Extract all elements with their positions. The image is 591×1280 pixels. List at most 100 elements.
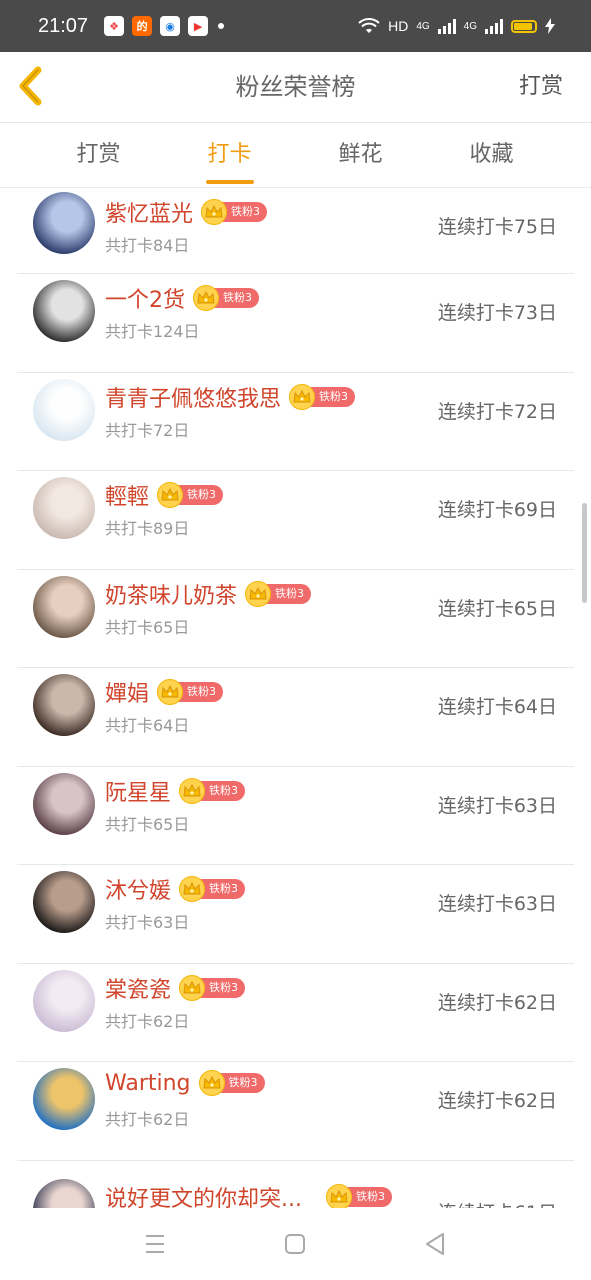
- fan-name[interactable]: 沐兮媛: [105, 873, 171, 905]
- crown-icon: [179, 876, 206, 902]
- fan-level-badge: 铁粉3: [179, 777, 246, 804]
- streak-checkins: 连续打卡63日: [437, 893, 557, 915]
- fan-row[interactable]: 紫忆蓝光 铁粉3 共打卡84日 连续打卡75日: [17, 188, 574, 274]
- avatar[interactable]: [33, 1068, 95, 1130]
- avatar[interactable]: [33, 477, 95, 539]
- fan-name[interactable]: 一个2货: [105, 282, 185, 314]
- fan-row[interactable]: 阮星星 铁粉3 共打卡65日 连续打卡63日: [17, 767, 574, 865]
- avatar[interactable]: [33, 772, 95, 835]
- name-line: 奶茶味儿奶茶 铁粉3: [105, 578, 312, 610]
- fan-row[interactable]: Warting 铁粉3 共打卡62日 连续打卡62日: [17, 1062, 574, 1161]
- fan-row[interactable]: 说好更文的你却突... 铁粉3 连续打卡61日: [17, 1161, 574, 1209]
- system-status-icons: HD 4G 4G: [358, 0, 555, 52]
- charging-icon: [545, 18, 555, 34]
- avatar[interactable]: [33, 280, 95, 342]
- menu-button[interactable]: [137, 1226, 173, 1262]
- name-line: 嬋娟 铁粉3: [105, 676, 224, 708]
- fan-name[interactable]: Warting: [105, 1071, 191, 1096]
- fan-row[interactable]: 青青子佩悠悠我思 铁粉3 共打卡72日 连续打卡72日: [17, 373, 574, 471]
- network-type: 4G: [463, 20, 477, 32]
- fan-row[interactable]: 輕輕 铁粉3 共打卡89日 连续打卡69日: [17, 471, 574, 570]
- name-line: 一个2货 铁粉3: [105, 282, 259, 314]
- avatar[interactable]: [33, 575, 95, 638]
- avatar[interactable]: [33, 1178, 95, 1208]
- streak-checkins: 连续打卡62日: [437, 991, 557, 1014]
- menu-icon: [146, 1235, 164, 1253]
- fan-name[interactable]: 说好更文的你却突...: [105, 1181, 302, 1209]
- name-line: 紫忆蓝光 铁粉3: [105, 196, 268, 228]
- signal-icon: [437, 18, 456, 34]
- crown-icon: [201, 199, 228, 225]
- total-checkins: 共打卡65日: [105, 617, 190, 637]
- tab-bar: 打赏 打卡 鲜花 收藏: [0, 123, 591, 188]
- fan-level-badge: 铁粉3: [157, 679, 224, 705]
- avatar[interactable]: [33, 969, 95, 1032]
- fan-name[interactable]: 嬋娟: [105, 676, 149, 708]
- streak-checkins: 连续打卡63日: [437, 794, 557, 817]
- avatar[interactable]: [33, 192, 95, 254]
- fan-level-badge: 铁粉3: [198, 1070, 265, 1096]
- fan-name[interactable]: 輕輕: [105, 479, 149, 511]
- fan-row[interactable]: 奶茶味儿奶茶 铁粉3 共打卡65日 连续打卡65日: [17, 570, 574, 668]
- signal-icon: [485, 18, 503, 34]
- crown-icon: [157, 679, 184, 705]
- fan-level-badge: 铁粉3: [325, 1183, 392, 1208]
- name-line: Warting 铁粉3: [105, 1070, 265, 1096]
- fan-row[interactable]: 棠瓷瓷 铁粉3 共打卡62日 连续打卡62日: [17, 964, 574, 1062]
- name-line: 阮星星 铁粉3: [105, 775, 246, 807]
- tab-favorites[interactable]: 收藏: [426, 123, 557, 187]
- avatar[interactable]: [33, 378, 95, 441]
- scrollbar[interactable]: [582, 503, 587, 603]
- crown-icon: [179, 777, 206, 804]
- app-notification-icon: ❖: [104, 16, 125, 36]
- name-line: 棠瓷瓷 铁粉3: [105, 972, 246, 1004]
- wifi-icon: [358, 18, 380, 33]
- tab-flowers[interactable]: 鲜花: [295, 123, 426, 187]
- streak-checkins: 连续打卡65日: [437, 597, 557, 620]
- total-checkins: 共打卡89日: [105, 519, 190, 538]
- notification-icons: ❖ 的 ◉ ▶: [104, 16, 225, 36]
- total-checkins: 共打卡64日: [105, 716, 190, 735]
- fan-level-badge: 铁粉3: [245, 580, 312, 607]
- battery-icon: [511, 19, 537, 33]
- streak-checkins: 连续打卡64日: [437, 696, 557, 718]
- fan-level-badge: 铁粉3: [201, 199, 268, 225]
- hd-label: HD: [388, 18, 409, 34]
- crown-icon: [325, 1183, 352, 1208]
- total-checkins: 共打卡63日: [105, 913, 190, 932]
- fan-row[interactable]: 一个2货 铁粉3 共打卡124日 连续打卡73日: [17, 274, 574, 373]
- fan-level-badge: 铁粉3: [193, 285, 259, 311]
- tab-tip[interactable]: 打赏: [33, 123, 164, 187]
- crown-icon: [198, 1070, 225, 1096]
- back-triangle-icon: [426, 1233, 444, 1255]
- fan-ranking-list[interactable]: 紫忆蓝光 铁粉3 共打卡84日 连续打卡75日 一个2货 铁粉3 共打卡124日…: [0, 188, 591, 1208]
- fan-level-badge: 铁粉3: [157, 482, 224, 508]
- fan-name[interactable]: 棠瓷瓷: [105, 972, 171, 1004]
- fan-level-badge: 铁粉3: [289, 383, 356, 410]
- total-checkins: 共打卡65日: [105, 814, 190, 834]
- page-title: 粉丝荣誉榜: [235, 73, 356, 101]
- streak-checkins: 连续打卡69日: [437, 499, 557, 521]
- total-checkins: 共打卡84日: [105, 236, 190, 255]
- avatar[interactable]: [33, 871, 95, 933]
- crown-icon: [157, 482, 184, 508]
- total-checkins: 共打卡62日: [105, 1110, 190, 1129]
- back-nav-button[interactable]: [417, 1226, 453, 1262]
- fan-level-badge: 铁粉3: [179, 974, 246, 1001]
- tip-button[interactable]: 打赏: [519, 52, 563, 122]
- fan-row[interactable]: 沐兮媛 铁粉3 共打卡63日 连续打卡63日: [17, 865, 574, 964]
- fan-name[interactable]: 青青子佩悠悠我思: [105, 381, 281, 413]
- fan-name[interactable]: 奶茶味儿奶茶: [105, 578, 237, 610]
- fan-name[interactable]: 阮星星: [105, 775, 171, 807]
- top-app-bar: 粉丝荣誉榜 打赏: [0, 52, 591, 123]
- avatar[interactable]: [33, 674, 95, 736]
- fan-name[interactable]: 紫忆蓝光: [105, 196, 193, 228]
- name-line: 青青子佩悠悠我思 铁粉3: [105, 381, 356, 413]
- streak-checkins: 连续打卡72日: [437, 400, 557, 423]
- fan-row[interactable]: 嬋娟 铁粉3 共打卡64日 连续打卡64日: [17, 668, 574, 767]
- home-button[interactable]: [277, 1226, 313, 1262]
- network-type: 4G: [416, 20, 430, 32]
- tab-checkin[interactable]: 打卡: [164, 123, 295, 187]
- crown-icon: [193, 285, 219, 311]
- system-navigation-bar: [0, 1208, 591, 1280]
